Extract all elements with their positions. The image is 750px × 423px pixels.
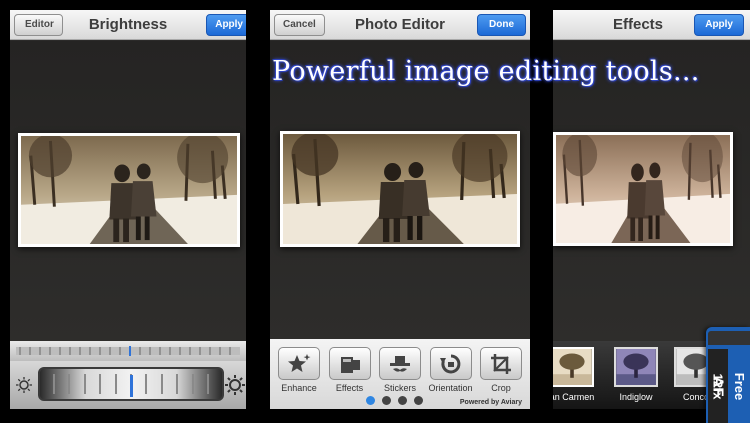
photo-preview	[18, 133, 240, 247]
badge-cap	[708, 331, 750, 345]
brightness-canvas	[10, 41, 246, 409]
brightness-apply-button[interactable]: Apply	[206, 14, 246, 36]
page-indicator[interactable]	[366, 396, 423, 405]
sun-large-icon	[225, 375, 245, 395]
brightness-screen: Brightness Editor Apply	[10, 10, 246, 409]
tool-label-crop: Crop	[491, 383, 511, 393]
page-dot[interactable]	[382, 396, 391, 405]
tool-enhance[interactable]: Enhance	[276, 347, 322, 393]
effects-icon	[328, 347, 371, 380]
sun-small-icon	[16, 377, 32, 393]
brightness-tick-ruler[interactable]	[10, 341, 246, 361]
effects-photo	[553, 132, 733, 246]
editor-toolbar: Enhance Effects Stickers Orientation Cro…	[270, 339, 530, 409]
brightness-phone: Brightness Editor Apply	[0, 0, 250, 423]
filter-thumbnail	[553, 347, 594, 387]
badge-12fx-label: 12fx	[710, 372, 726, 400]
page-dot[interactable]	[366, 396, 375, 405]
effects-apply-button[interactable]: Apply	[694, 14, 744, 36]
cancel-button[interactable]: Cancel	[274, 14, 325, 36]
stickers-icon	[379, 347, 421, 380]
tool-list: Enhance Effects Stickers Orientation Cro…	[276, 347, 524, 393]
badge-free-label: Free	[732, 372, 747, 400]
effects-navbar: Effects Apply	[553, 10, 750, 40]
editor-navbar: Photo Editor Cancel Done	[270, 10, 530, 40]
editor-back-button[interactable]: Editor	[14, 14, 63, 36]
brightness-navbar: Brightness Editor Apply	[10, 10, 246, 40]
editor-canvas: Enhance Effects Stickers Orientation Cro…	[270, 41, 530, 409]
brightness-slider-area	[10, 361, 246, 409]
page-dot[interactable]	[414, 396, 423, 405]
promo-headline: Powerful image editing tools...	[272, 56, 700, 87]
tool-stickers[interactable]: Stickers	[377, 347, 423, 393]
filter-label: Indiglow	[619, 392, 653, 402]
brightness-dial[interactable]	[38, 367, 224, 401]
filter-item[interactable]: an Carmen	[553, 347, 599, 402]
done-button[interactable]: Done	[477, 14, 526, 36]
tool-crop[interactable]: Crop	[478, 347, 524, 393]
orientation-icon	[429, 347, 472, 380]
couple-photo	[556, 135, 730, 243]
tool-label-effects: Effects	[335, 383, 364, 393]
editor-photo	[280, 131, 520, 247]
tool-effects[interactable]: Effects	[327, 347, 373, 393]
crop-icon	[480, 347, 522, 380]
ruler-ticks	[16, 346, 240, 356]
dial-needle	[130, 375, 133, 397]
filter-label: an Carmen	[553, 392, 595, 402]
tool-label-enhance: Enhance	[281, 383, 317, 393]
page-dot[interactable]	[398, 396, 407, 405]
couple-photo	[283, 134, 517, 244]
tool-orientation[interactable]: Orientation	[428, 347, 474, 393]
filter-thumbnail	[614, 347, 658, 387]
couple-photo	[21, 136, 237, 244]
tool-label-stickers: Stickers	[383, 383, 416, 393]
tool-label-orientation: Orientation	[428, 383, 473, 393]
enhance-icon	[278, 347, 320, 380]
filter-item[interactable]: Indiglow	[609, 347, 663, 402]
powered-by-label: Powered by Aviary	[459, 399, 522, 406]
